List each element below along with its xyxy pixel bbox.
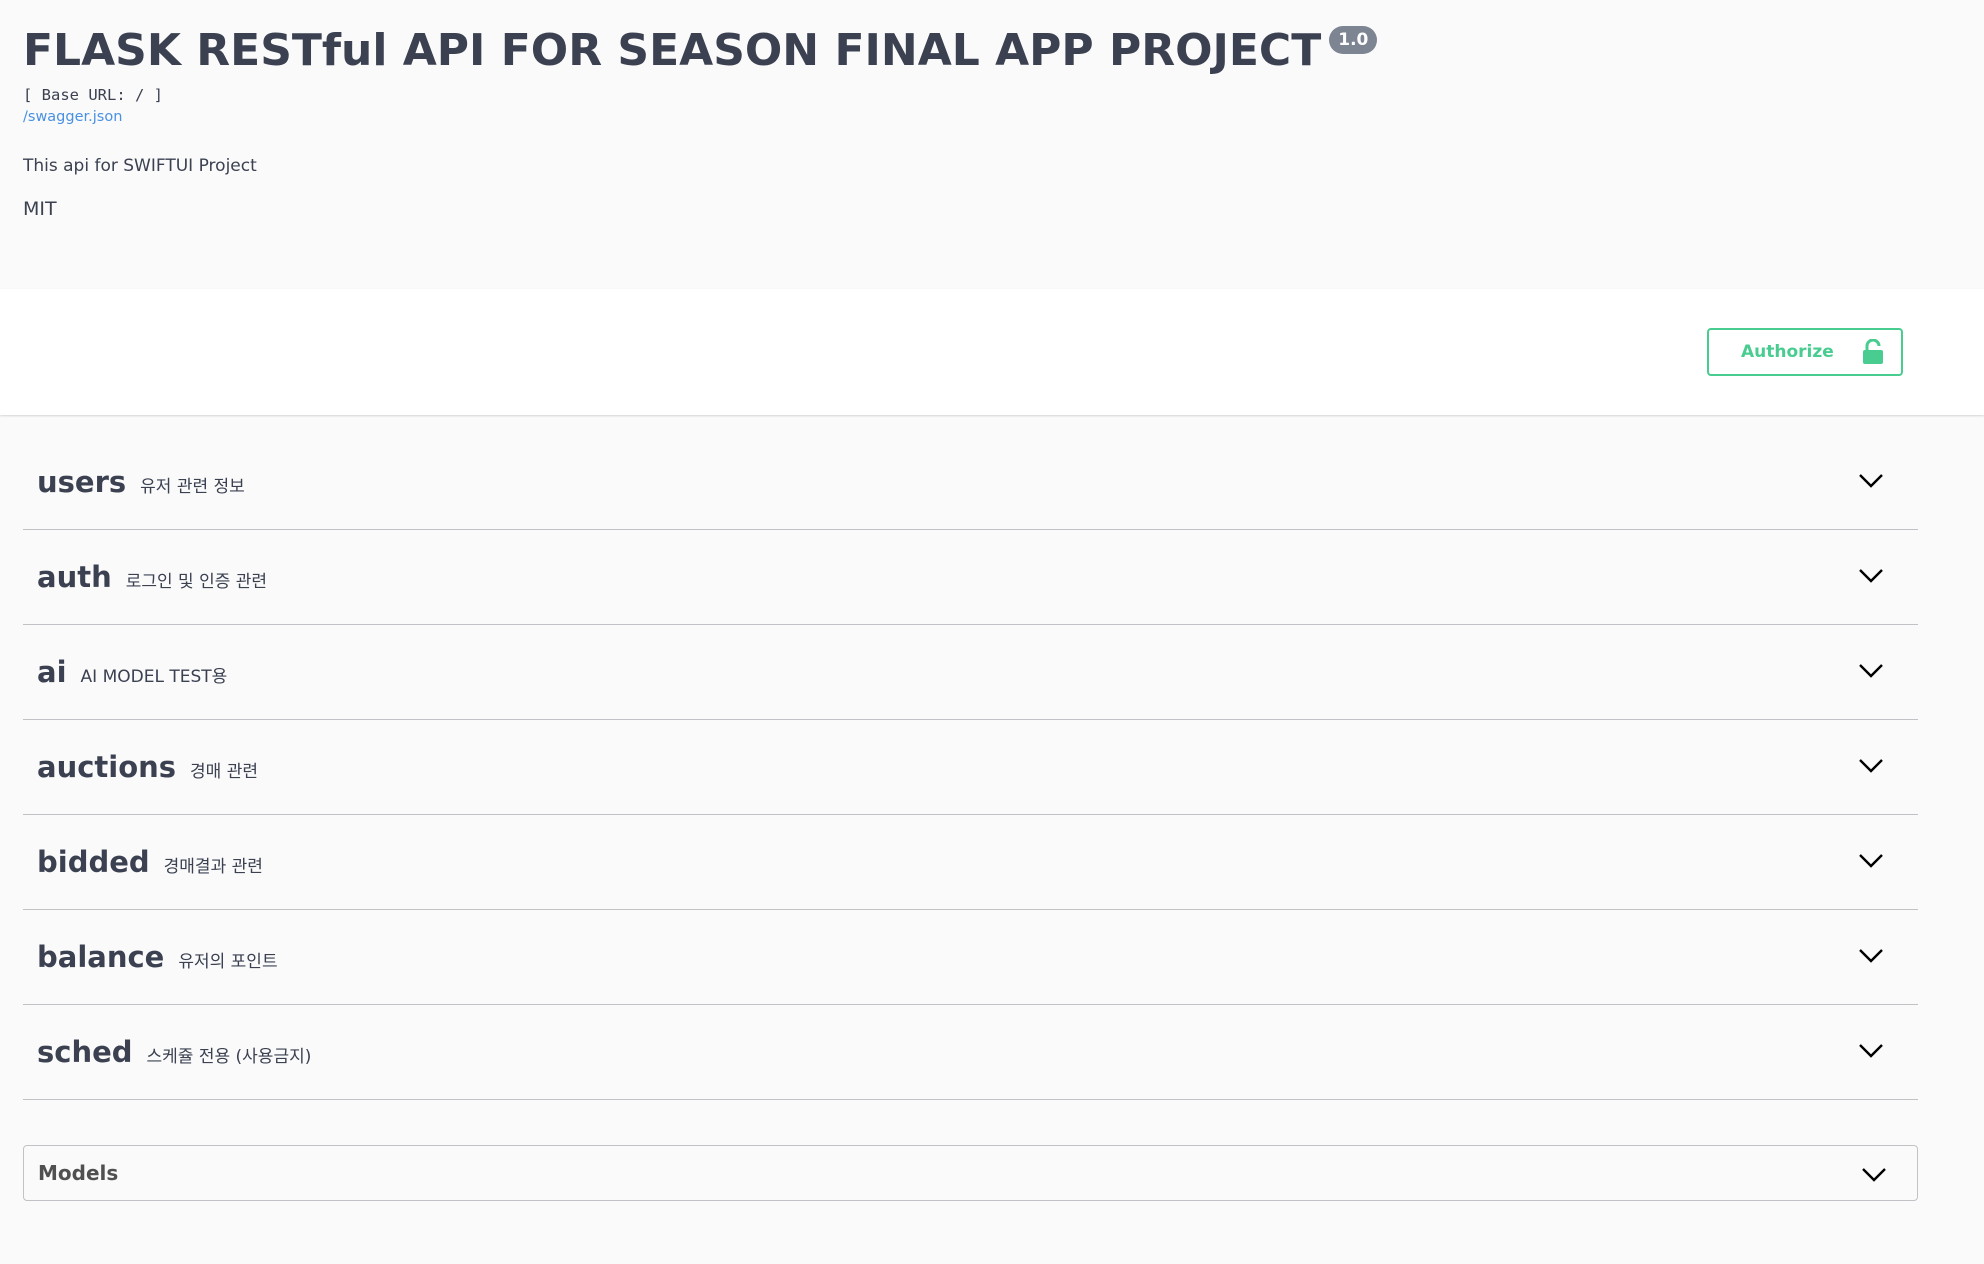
api-description: This api for SWIFTUI Project xyxy=(23,156,257,176)
tag-name: ai xyxy=(37,655,67,689)
tag-name: auth xyxy=(37,560,112,594)
tag-description: 경매결과 관련 xyxy=(163,857,263,877)
tag-section-auth[interactable]: auth 로그인 및 인증 관련 xyxy=(23,530,1918,625)
chevron-down-icon[interactable] xyxy=(1858,473,1884,489)
tag-name: balance xyxy=(37,940,165,974)
tag-name: sched xyxy=(37,1035,133,1069)
unlocked-padlock-icon xyxy=(1862,338,1884,365)
chevron-down-icon[interactable] xyxy=(1858,1043,1884,1059)
tag-list: users 유저 관련 정보 auth 로그인 및 인증 관련 ai AI MO… xyxy=(23,415,1918,1100)
tag-name: bidded xyxy=(37,845,150,879)
swagger-json-link[interactable]: /swagger.json xyxy=(23,106,122,128)
scheme-container: Authorize xyxy=(0,289,1984,415)
chevron-down-icon[interactable] xyxy=(1858,663,1884,679)
chevron-down-icon[interactable] xyxy=(1858,758,1884,774)
tag-description: AI MODEL TEST용 xyxy=(80,667,228,687)
models-section[interactable]: Models xyxy=(23,1145,1918,1201)
tag-section-bidded[interactable]: bidded 경매결과 관련 xyxy=(23,815,1918,910)
models-title: Models xyxy=(38,1161,119,1185)
tag-section-sched[interactable]: sched 스케쥴 전용 (사용금지) xyxy=(23,1005,1918,1100)
version-badge: 1.0 xyxy=(1329,26,1378,54)
authorize-button[interactable]: Authorize xyxy=(1707,328,1903,376)
tag-name: users xyxy=(37,465,127,499)
base-url: [ Base URL: / ] xyxy=(23,86,163,104)
tag-section-balance[interactable]: balance 유저의 포인트 xyxy=(23,910,1918,1005)
tag-section-users[interactable]: users 유저 관련 정보 xyxy=(23,415,1918,530)
tag-description: 유저의 포인트 xyxy=(178,952,278,972)
chevron-down-icon[interactable] xyxy=(1858,948,1884,964)
chevron-down-icon[interactable] xyxy=(1861,1167,1887,1183)
swagger-ui-page: FLASK RESTful API FOR SEASON FINAL APP P… xyxy=(0,0,1984,1264)
tag-section-ai[interactable]: ai AI MODEL TEST용 xyxy=(23,625,1918,720)
license-text: MIT xyxy=(23,198,57,220)
api-title: FLASK RESTful API FOR SEASON FINAL APP P… xyxy=(23,25,1322,76)
tag-section-auctions[interactable]: auctions 경매 관련 xyxy=(23,720,1918,815)
tag-description: 유저 관련 정보 xyxy=(140,477,245,497)
chevron-down-icon[interactable] xyxy=(1858,568,1884,584)
tag-description: 로그인 및 인증 관련 xyxy=(125,572,268,592)
tag-name: auctions xyxy=(37,750,177,784)
title-row: FLASK RESTful API FOR SEASON FINAL APP P… xyxy=(23,20,1923,84)
tag-description: 스케쥴 전용 (사용금지) xyxy=(146,1047,312,1067)
tag-description: 경매 관련 xyxy=(190,762,259,782)
authorize-label: Authorize xyxy=(1741,342,1834,362)
chevron-down-icon[interactable] xyxy=(1858,853,1884,869)
api-info: FLASK RESTful API FOR SEASON FINAL APP P… xyxy=(23,20,1923,222)
